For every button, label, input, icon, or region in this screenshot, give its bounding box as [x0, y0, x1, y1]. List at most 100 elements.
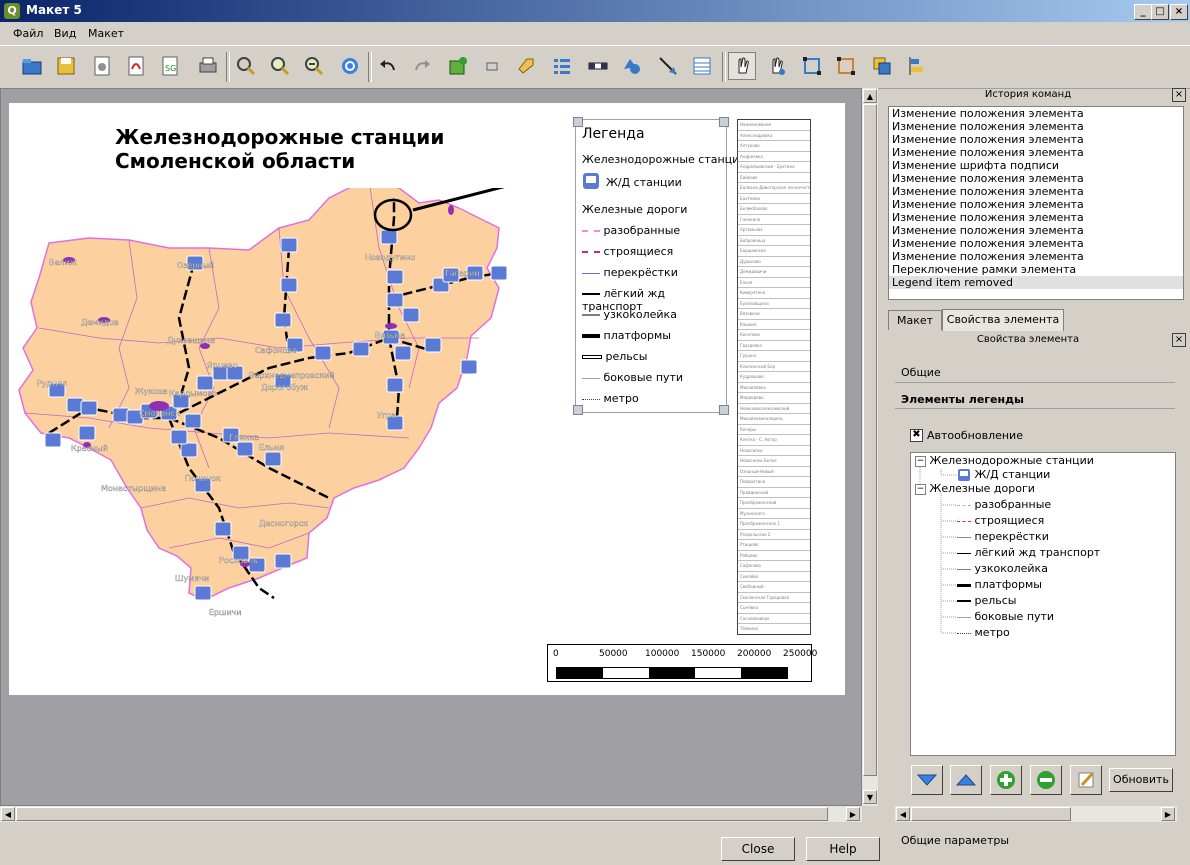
tree-item-railway[interactable]: разобранные	[957, 498, 1051, 511]
history-item[interactable]: Legend item removed	[889, 276, 1183, 289]
tree-item-railway[interactable]: перекрёстки	[957, 530, 1049, 543]
selection-handle[interactable]	[573, 405, 583, 415]
move-down-button[interactable]	[911, 765, 943, 795]
history-item[interactable]: Изменение положения элемента	[889, 120, 1183, 133]
open-template-icon[interactable]	[18, 52, 46, 80]
tree-group-stations[interactable]: − Железнодорожные станции	[915, 454, 1094, 467]
tree-item-railway[interactable]: рельсы	[957, 594, 1017, 607]
add-shape-icon[interactable]	[618, 52, 646, 80]
export-pdf-icon[interactable]	[122, 52, 150, 80]
menu-file[interactable]: Файл	[13, 27, 43, 40]
selection-handle[interactable]	[719, 405, 729, 415]
tree-item-railway[interactable]: лёгкий жд транспорт	[957, 546, 1100, 559]
refresh-icon[interactable]	[336, 52, 364, 80]
tab-item-properties[interactable]: Свойства элемента	[942, 309, 1064, 331]
print-icon[interactable]	[194, 52, 222, 80]
update-button[interactable]: Обновить	[1109, 768, 1173, 792]
tree-item-stations[interactable]: Ж/Д станции	[957, 468, 1050, 481]
undo-icon[interactable]	[374, 52, 402, 80]
group-icon[interactable]	[798, 52, 826, 80]
hscroll-thumb[interactable]	[16, 807, 828, 821]
add-arrow-icon[interactable]	[654, 52, 682, 80]
tree-item-railway[interactable]: платформы	[957, 578, 1042, 591]
scale-bar[interactable]: 0 50000 100000 150000 200000 250000	[547, 644, 817, 682]
minimize-button[interactable]: _	[1134, 4, 1152, 20]
selection-handle[interactable]	[573, 117, 583, 127]
history-item[interactable]: Изменение положения элемента	[889, 224, 1183, 237]
close-history-icon[interactable]: ×	[1172, 88, 1186, 102]
close-button[interactable]: Close	[721, 837, 795, 861]
zoom-in-icon[interactable]	[266, 52, 294, 80]
canvas-vscroll[interactable]: ▲ ▼	[862, 88, 878, 806]
section-legend-items[interactable]: Элементы легенды	[901, 393, 1024, 406]
hscroll-thumb[interactable]	[911, 807, 1071, 821]
tree-item-railway[interactable]: строящиеся	[957, 514, 1044, 527]
close-window-button[interactable]: ×	[1170, 4, 1188, 20]
selection-handle[interactable]	[719, 117, 729, 127]
collapse-icon[interactable]: −	[915, 455, 926, 467]
history-item[interactable]: Изменение шрифта подписи	[889, 159, 1183, 172]
align-items-icon[interactable]	[902, 52, 930, 80]
properties-hscroll[interactable]: ◀ ▶	[895, 806, 1177, 822]
history-list[interactable]: Изменение положения элемента Изменение по…	[888, 106, 1184, 300]
tree-item-railway[interactable]: узкоколейка	[957, 562, 1048, 575]
paper-page[interactable]: Железнодорожные станции Смоленской облас…	[9, 103, 845, 695]
menu-layout[interactable]: Макет	[88, 27, 124, 40]
ungroup-icon[interactable]	[832, 52, 860, 80]
add-item-button[interactable]	[990, 765, 1022, 795]
map-frame[interactable]: Велиж Демидов Духовщина Сафоново Вязьма …	[9, 188, 569, 668]
select-move-icon[interactable]	[728, 52, 756, 80]
scroll-right-icon[interactable]: ▶	[1161, 807, 1175, 821]
add-legend-icon[interactable]	[548, 52, 576, 80]
autoupdate-checkbox[interactable]: ✖	[910, 429, 923, 442]
section-general-params[interactable]: Общие параметры	[901, 834, 1009, 847]
vscroll-thumb[interactable]	[863, 104, 877, 776]
history-item[interactable]: Переключение рамки элемента	[889, 263, 1183, 276]
history-item[interactable]: Изменение положения элемента	[889, 250, 1183, 263]
history-item[interactable]: Изменение положения элемента	[889, 107, 1183, 120]
legend-box[interactable]: Легенда Железнодорожные станции Ж/Д стан…	[573, 117, 746, 415]
collapse-icon[interactable]: −	[915, 483, 926, 495]
edit-item-button[interactable]	[1070, 765, 1102, 795]
section-general[interactable]: Общие	[901, 366, 941, 379]
redo-icon[interactable]	[408, 52, 436, 80]
station-name-table[interactable]: Наименование Александровка Алтухово Андреев…	[737, 119, 811, 635]
zoom-out-icon[interactable]	[300, 52, 328, 80]
add-map-icon[interactable]	[444, 52, 472, 80]
move-up-button[interactable]	[950, 765, 982, 795]
help-button[interactable]: Help	[806, 837, 880, 861]
history-item[interactable]: Изменение положения элемента	[889, 211, 1183, 224]
add-table-icon[interactable]	[688, 52, 716, 80]
add-scalebar-icon[interactable]	[584, 52, 612, 80]
canvas-hscroll[interactable]: ◀ ▶	[0, 806, 862, 822]
tab-layout[interactable]: Макет	[888, 310, 942, 330]
history-item[interactable]: Изменение положения элемента	[889, 185, 1183, 198]
scroll-left-icon[interactable]: ◀	[1, 807, 15, 821]
scroll-down-icon[interactable]: ▼	[863, 790, 877, 804]
remove-item-button[interactable]	[1030, 765, 1062, 795]
scroll-right-icon[interactable]: ▶	[846, 807, 860, 821]
tree-item-railway[interactable]: метро	[957, 626, 1010, 639]
history-item[interactable]: Изменение положения элемента	[889, 146, 1183, 159]
menu-view[interactable]: Вид	[54, 27, 76, 40]
scroll-left-icon[interactable]: ◀	[896, 807, 910, 821]
legend-items-tree[interactable]: − Железнодорожные станции Ж/Д станции − …	[910, 452, 1176, 756]
add-image-icon[interactable]	[478, 52, 506, 80]
zoom-full-icon[interactable]	[232, 52, 260, 80]
move-content-icon[interactable]	[762, 52, 790, 80]
export-image-icon[interactable]	[88, 52, 116, 80]
close-properties-icon[interactable]: ×	[1172, 333, 1186, 347]
map-title[interactable]: Железнодорожные станции Смоленской облас…	[115, 125, 444, 173]
history-item[interactable]: Изменение положения элемента	[889, 133, 1183, 146]
export-svg-icon[interactable]: SG	[156, 52, 184, 80]
scroll-up-icon[interactable]: ▲	[863, 89, 877, 103]
save-template-icon[interactable]	[52, 52, 80, 80]
layout-canvas[interactable]: Железнодорожные станции Смоленской облас…	[0, 88, 862, 806]
history-item[interactable]: Изменение положения элемента	[889, 172, 1183, 185]
history-item[interactable]: Изменение положения элемента	[889, 237, 1183, 250]
maximize-button[interactable]: □	[1151, 4, 1169, 20]
add-label-icon[interactable]	[512, 52, 540, 80]
history-item[interactable]: Изменение положения элемента	[889, 198, 1183, 211]
raise-item-icon[interactable]	[868, 52, 896, 80]
tree-item-railway[interactable]: боковые пути	[957, 610, 1054, 623]
